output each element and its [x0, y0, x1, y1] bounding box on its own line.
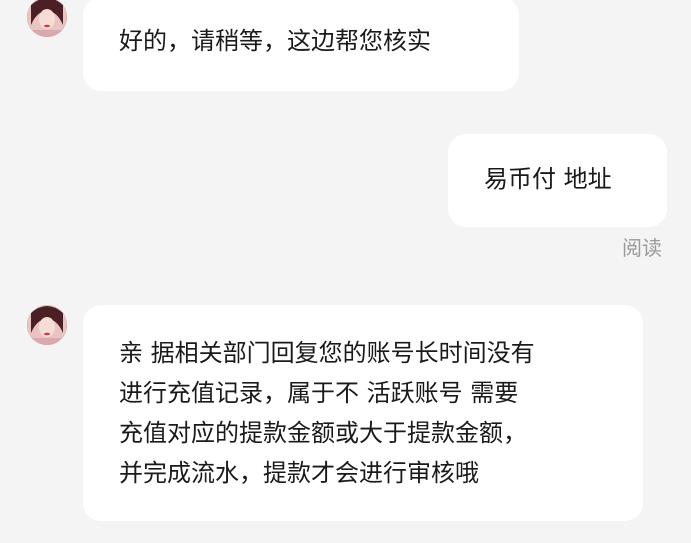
agent-avatar[interactable] [27, 0, 67, 37]
message-text-line: 亲 据相关部门回复您的账号长时间没有 [119, 339, 535, 367]
message-bubble-agent: 好的，请稍等，这边帮您核实 [83, 0, 519, 91]
message-text-line: 进行充值记录，属于不 活跃账号 需要 [119, 379, 519, 407]
message-text: 好的，请稍等，这边帮您核实 [119, 27, 431, 55]
message-text-line: 充值对应的提款金额或大于提款金额， [119, 419, 527, 447]
avatar-portrait-icon [27, 0, 67, 37]
avatar-portrait-icon [27, 305, 67, 345]
message-bubble-agent: 亲 据相关部门回复您的账号长时间没有 进行充值记录，属于不 活跃账号 需要 充值… [83, 305, 643, 521]
agent-avatar[interactable] [27, 305, 67, 345]
read-status: 阅读 [622, 236, 662, 260]
message-bubble-user: 易币付 地址 [448, 134, 667, 227]
chat-screen: { "messages": [ { "sender": "agent", "li… [0, 0, 691, 543]
message-text: 易币付 地址 [484, 165, 612, 193]
message-text-line: 并完成流水，提款才会进行审核哦 [119, 459, 479, 487]
